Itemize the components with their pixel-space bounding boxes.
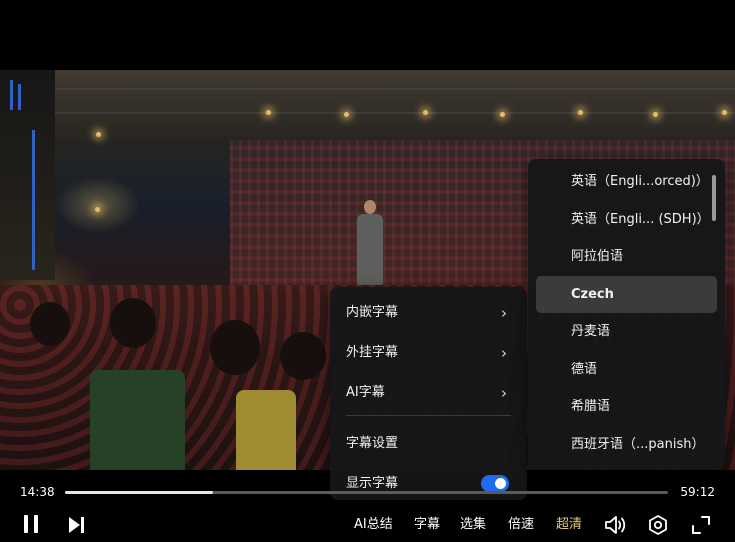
- progress-bar[interactable]: [65, 491, 668, 494]
- duration: 59:12: [680, 485, 715, 499]
- quality-button[interactable]: 超清: [556, 516, 582, 534]
- language-item[interactable]: 西班牙语（...panish）: [536, 426, 717, 464]
- chevron-right-icon: ›: [501, 384, 507, 402]
- language-item[interactable]: 希腊语: [536, 388, 717, 426]
- subtitle-language-menu: 英语（Engli...orced)） 英语（Engli... (SDH)） 阿拉伯语…: [528, 159, 725, 470]
- ai-summary-button[interactable]: AI总结: [354, 516, 393, 534]
- embedded-subtitle-label: 内嵌字幕: [346, 305, 399, 320]
- toggle-knob: [495, 478, 506, 489]
- next-icon[interactable]: [67, 516, 85, 534]
- episodes-button[interactable]: 选集: [460, 516, 486, 534]
- subtitle-settings-item[interactable]: 字幕设置: [330, 424, 527, 464]
- chevron-right-icon: ›: [501, 304, 507, 322]
- progress-fill: [65, 491, 213, 494]
- subtitle-settings-label: 字幕设置: [346, 436, 399, 451]
- language-item[interactable]: 英语（Engli...orced)）: [536, 163, 717, 201]
- embedded-subtitle-item[interactable]: 内嵌字幕 ›: [330, 293, 527, 333]
- external-subtitle-label: 外挂字幕: [346, 345, 399, 360]
- video-player[interactable]: 内嵌字幕 › 外挂字幕 › AI字幕 › 字幕设置 显示字幕 英语（Engli.…: [0, 0, 735, 542]
- ai-subtitle-label: AI字幕: [346, 385, 385, 400]
- ai-subtitle-item[interactable]: AI字幕 ›: [330, 373, 527, 413]
- chevron-right-icon: ›: [501, 344, 507, 362]
- language-item[interactable]: 阿拉伯语: [536, 238, 717, 276]
- speed-button[interactable]: 倍速: [508, 516, 534, 534]
- settings-icon[interactable]: [647, 514, 669, 536]
- show-subtitle-item: 显示字幕: [330, 464, 527, 504]
- current-time: 14:38: [20, 485, 55, 499]
- language-item[interactable]: 丹麦语: [536, 313, 717, 351]
- volume-icon[interactable]: [604, 514, 628, 536]
- show-subtitle-toggle[interactable]: [481, 475, 509, 492]
- subtitle-button[interactable]: 字幕: [414, 516, 440, 534]
- menu-divider: [346, 415, 511, 416]
- external-subtitle-item[interactable]: 外挂字幕 ›: [330, 333, 527, 373]
- language-item[interactable]: 英语（Engli... (SDH)）: [536, 201, 717, 239]
- fullscreen-icon[interactable]: [691, 515, 711, 535]
- language-scrollbar[interactable]: [712, 175, 716, 221]
- show-subtitle-label: 显示字幕: [346, 476, 399, 491]
- language-item[interactable]: Czech: [536, 275, 717, 313]
- language-item[interactable]: 德语: [536, 351, 717, 389]
- language-list: 英语（Engli...orced)） 英语（Engli... (SDH)） 阿拉伯语…: [528, 163, 725, 463]
- pause-icon[interactable]: [24, 515, 40, 533]
- subtitle-menu: 内嵌字幕 › 外挂字幕 › AI字幕 › 字幕设置 显示字幕: [330, 287, 527, 500]
